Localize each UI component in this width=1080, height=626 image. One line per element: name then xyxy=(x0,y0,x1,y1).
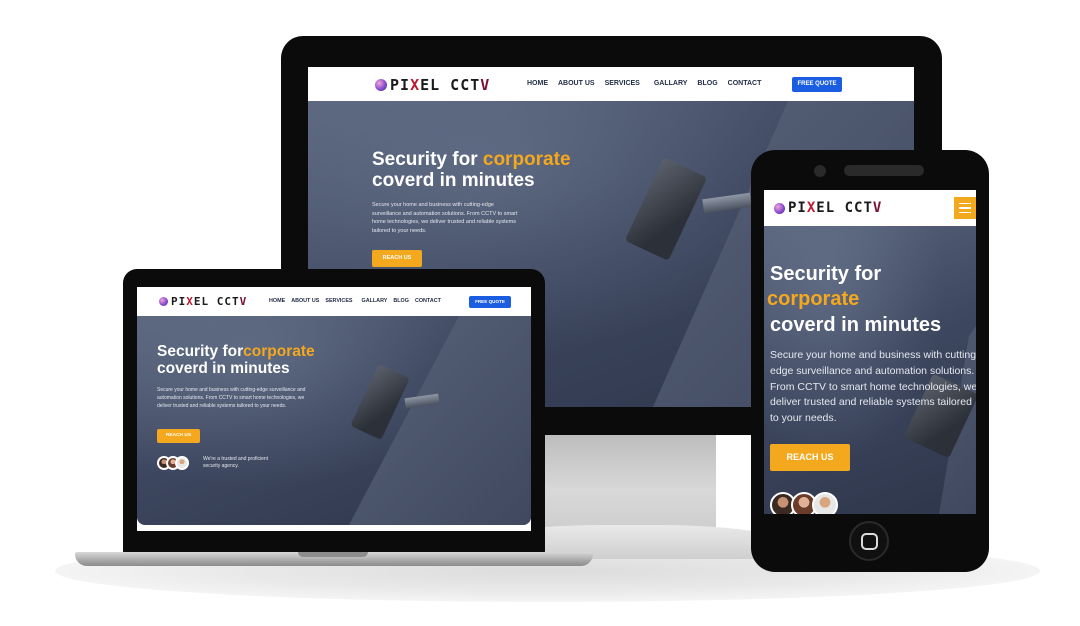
hero-section: Security forcorporate coverd in minutes … xyxy=(137,316,531,525)
phone-speaker xyxy=(844,165,924,176)
logo-badge-icon xyxy=(159,297,168,306)
free-quote-button[interactable]: FREE QUOTE xyxy=(469,296,511,308)
avatar xyxy=(812,492,838,514)
laptop-notch xyxy=(298,552,368,557)
reach-us-button[interactable]: REACH US xyxy=(770,444,850,471)
phone-camera xyxy=(814,165,826,177)
hero-title: Security forcorporate coverd in minutes xyxy=(157,343,315,378)
site-logo[interactable]: PI X EL CCT V xyxy=(375,76,490,94)
reach-us-button[interactable]: REACH US xyxy=(157,429,200,443)
home-button-icon[interactable] xyxy=(849,521,889,561)
hero-section: Security for corporate coverd in minutes… xyxy=(764,226,976,514)
hero-title: Security for corporate coverd in minutes xyxy=(372,149,571,192)
nav-about[interactable]: ABOUT US xyxy=(558,80,595,87)
logo-badge-icon xyxy=(774,202,785,214)
site-nav: PI X EL CCT V HOME ABOUT US SERVICES GALLAR… xyxy=(137,287,531,316)
laptop-screen: PI X EL CCT V HOME ABOUT US SERVICES GALLAR… xyxy=(137,287,531,531)
hero-description: Secure your home and business with cutti… xyxy=(372,202,518,234)
avatar-group xyxy=(157,456,189,470)
hero-description: Secure your home and business with cutti… xyxy=(770,349,976,424)
site-logo[interactable]: PI X EL CCT V xyxy=(774,200,882,216)
nav-about[interactable]: ABOUT US xyxy=(291,298,319,304)
monitor-stand xyxy=(540,435,716,527)
hero-description: Secure your home and business with cutti… xyxy=(157,387,306,409)
avatar-group xyxy=(770,492,838,514)
nav-blog[interactable]: BLOG xyxy=(697,80,717,87)
trusted-text: We're a trusted and proficient security … xyxy=(203,456,269,470)
phone-screen: PI X EL CCT V Security for corporate coverd… xyxy=(764,190,976,514)
nav-gallery[interactable]: GALLARY xyxy=(362,298,388,304)
nav-blog[interactable]: BLOG xyxy=(393,298,409,304)
nav-contact[interactable]: CONTACT xyxy=(728,80,762,87)
nav-links: HOME ABOUT US SERVICES GALLARY BLOG CONT… xyxy=(269,298,441,304)
hero-title: Security for corporate coverd in minutes xyxy=(767,263,942,336)
nav-services[interactable]: SERVICES xyxy=(325,298,352,304)
logo-badge-icon xyxy=(375,79,387,91)
nav-home[interactable]: HOME xyxy=(527,80,548,87)
nav-contact[interactable]: CONTACT xyxy=(415,298,441,304)
site-nav: PI X EL CCT V HOME ABOUT US SERVICES GALLAR… xyxy=(308,67,914,101)
nav-home[interactable]: HOME xyxy=(269,298,285,304)
reach-us-button[interactable]: REACH US xyxy=(372,250,422,267)
avatar xyxy=(175,456,189,470)
nav-services[interactable]: SERVICES xyxy=(605,80,640,87)
hamburger-menu-icon[interactable] xyxy=(954,197,976,219)
nav-gallery[interactable]: GALLARY xyxy=(654,80,688,87)
site-nav: PI X EL CCT V xyxy=(764,190,976,226)
site-logo[interactable]: PI X EL CCT V xyxy=(159,295,247,308)
nav-links: HOME ABOUT US SERVICES GALLARY BLOG CONT… xyxy=(527,80,761,87)
free-quote-button[interactable]: FREE QUOTE xyxy=(792,77,842,92)
camera-icon xyxy=(624,157,708,261)
